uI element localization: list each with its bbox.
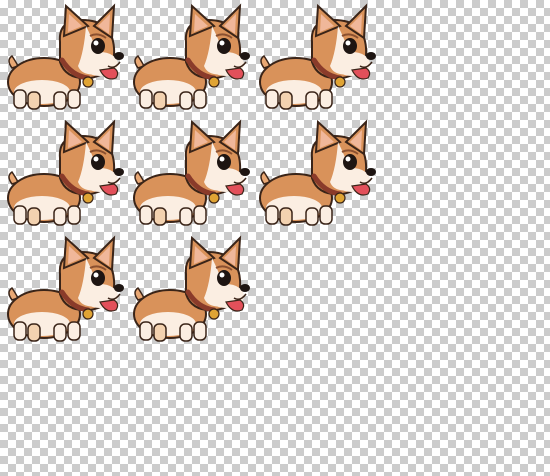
sprite-sheet-canvas: [0, 0, 550, 476]
corgi-sprite-frame-6: [254, 118, 380, 234]
corgi-sprite-frame-7: [2, 234, 128, 350]
corgi-icon: [128, 2, 254, 118]
corgi-sprite-frame-3: [254, 2, 380, 118]
corgi-icon: [254, 118, 380, 234]
corgi-icon: [128, 234, 254, 350]
corgi-sprite-frame-1: [2, 2, 128, 118]
corgi-sprite-frame-2: [128, 2, 254, 118]
corgi-icon: [2, 118, 128, 234]
corgi-icon: [128, 118, 254, 234]
corgi-icon: [2, 234, 128, 350]
corgi-sprite-frame-8: [128, 234, 254, 350]
corgi-sprite-frame-5: [128, 118, 254, 234]
corgi-icon: [2, 2, 128, 118]
corgi-sprite-frame-4: [2, 118, 128, 234]
corgi-icon: [254, 2, 380, 118]
